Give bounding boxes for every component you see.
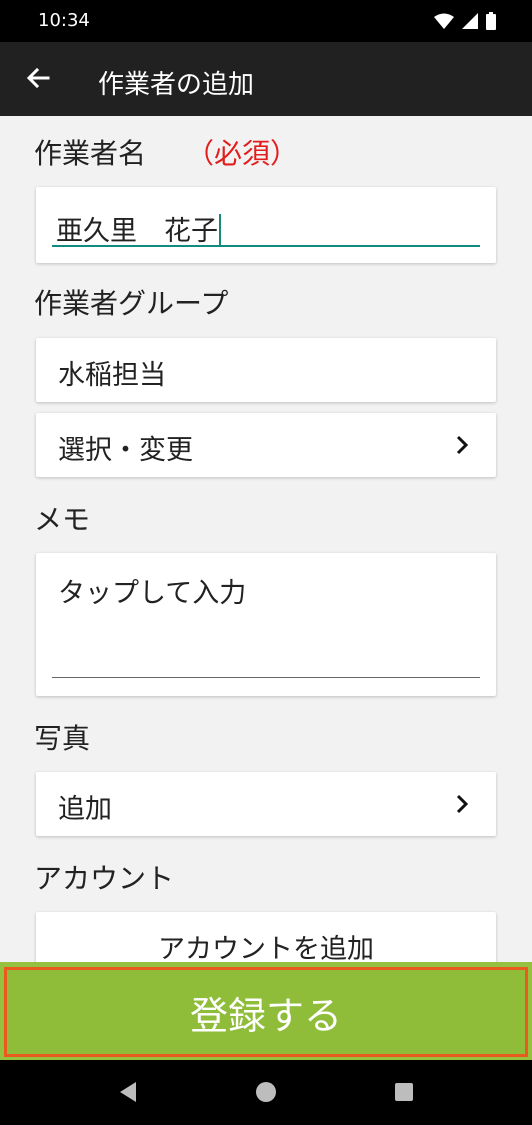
memo-input[interactable]: タップして入力: [58, 571, 246, 610]
nav-home-icon[interactable]: [254, 1080, 278, 1104]
name-label-text: 作業者名: [34, 137, 147, 170]
nav-recents-icon[interactable]: [392, 1080, 416, 1104]
system-nav-bar: [0, 1060, 532, 1125]
arrow-left-icon[interactable]: [22, 62, 54, 94]
nav-back-icon[interactable]: [116, 1080, 140, 1104]
group-label: 作業者グループ: [34, 287, 229, 320]
account-add-label: アカウントを追加: [158, 934, 374, 965]
status-time: 10:34: [38, 10, 90, 31]
submit-bar: 登録する: [0, 962, 532, 1060]
photo-add-button[interactable]: 追加: [36, 772, 496, 836]
status-icons: [434, 12, 496, 30]
name-input[interactable]: 亜久里 花子: [52, 205, 480, 247]
name-card: 亜久里 花子: [36, 187, 496, 263]
status-bar: 10:34: [0, 0, 532, 42]
group-select-button[interactable]: 選択・変更: [36, 413, 496, 477]
app-bar: 作業者の追加: [0, 42, 532, 116]
memo-card: タップして入力: [36, 553, 496, 696]
battery-icon: [486, 12, 496, 30]
group-select-label: 選択・変更: [58, 435, 193, 466]
group-value-card: 水稲担当: [36, 338, 496, 402]
group-value: 水稲担当: [58, 360, 166, 391]
required-badge: （必須）: [186, 137, 299, 170]
text-caret: [219, 214, 221, 246]
photo-add-label: 追加: [58, 794, 112, 825]
chevron-right-icon: [456, 794, 469, 814]
page-title: 作業者の追加: [98, 70, 255, 100]
memo-label: メモ: [34, 503, 91, 536]
name-input-value: 亜久里 花子: [56, 216, 218, 247]
photo-label: 写真: [34, 722, 91, 755]
chevron-right-icon: [456, 435, 469, 455]
memo-underline: [52, 677, 480, 678]
register-button[interactable]: 登録する: [4, 967, 528, 1057]
signal-icon: [462, 13, 478, 29]
name-label: 作業者名 （必須）: [34, 132, 298, 172]
account-label: アカウント: [34, 862, 175, 895]
wifi-icon: [434, 13, 454, 29]
